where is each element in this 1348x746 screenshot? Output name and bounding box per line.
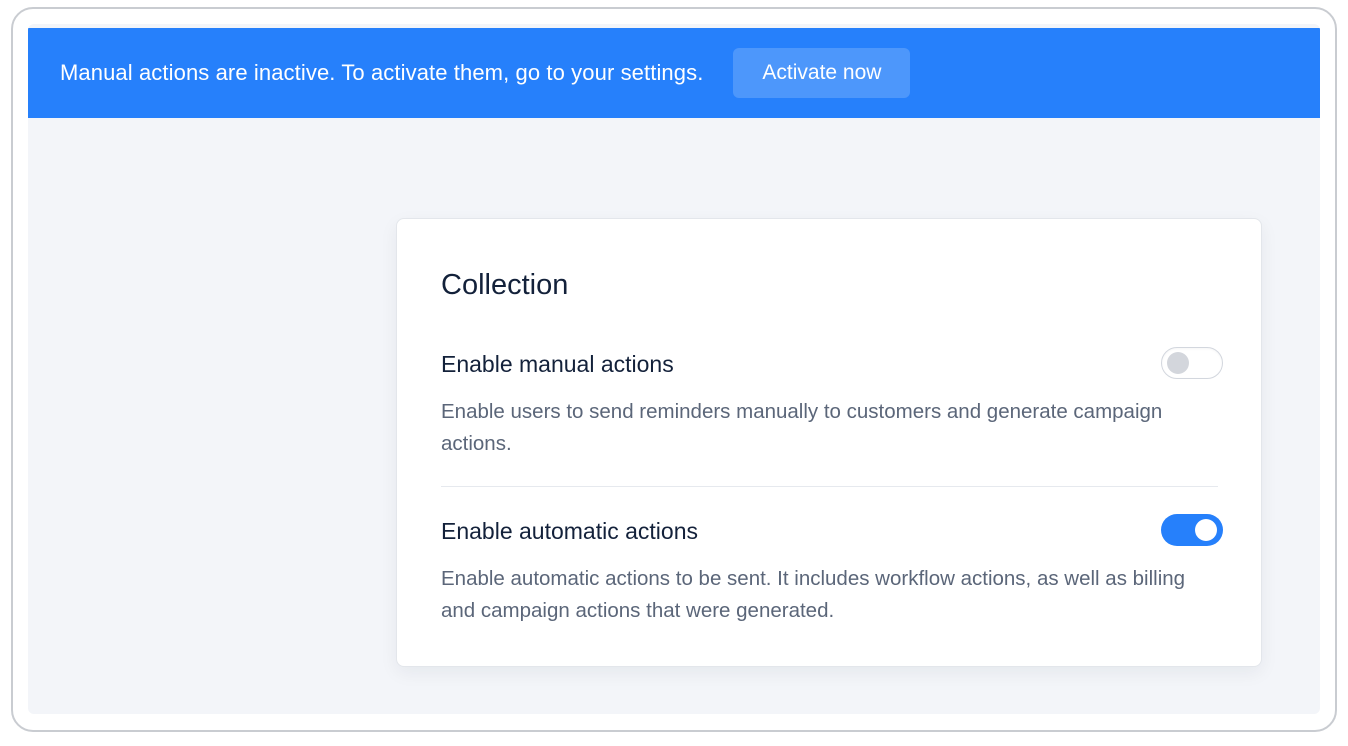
activate-now-button[interactable]: Activate now (733, 48, 911, 98)
setting-automatic-actions: Enable automatic actions Enable automati… (441, 514, 1223, 627)
setting-manual-actions: Enable manual actions Enable users to se… (441, 347, 1223, 460)
setting-description: Enable users to send reminders manually … (441, 400, 1163, 455)
toggle-knob (1195, 519, 1217, 541)
setting-divider (441, 486, 1218, 487)
inactive-actions-banner: Manual actions are inactive. To activate… (28, 28, 1320, 118)
collection-settings-card: Collection Enable manual actions Enable … (396, 218, 1262, 667)
setting-label: Enable manual actions (441, 351, 674, 377)
manual-actions-toggle[interactable] (1161, 347, 1223, 379)
automatic-actions-toggle[interactable] (1161, 514, 1223, 546)
banner-message: Manual actions are inactive. To activate… (60, 60, 704, 85)
app-content: Manual actions are inactive. To activate… (28, 24, 1320, 714)
card-title: Collection (441, 269, 569, 301)
toggle-knob (1167, 352, 1189, 374)
setting-description: Enable automatic actions to be sent. It … (441, 567, 1186, 622)
setting-label: Enable automatic actions (441, 518, 698, 544)
